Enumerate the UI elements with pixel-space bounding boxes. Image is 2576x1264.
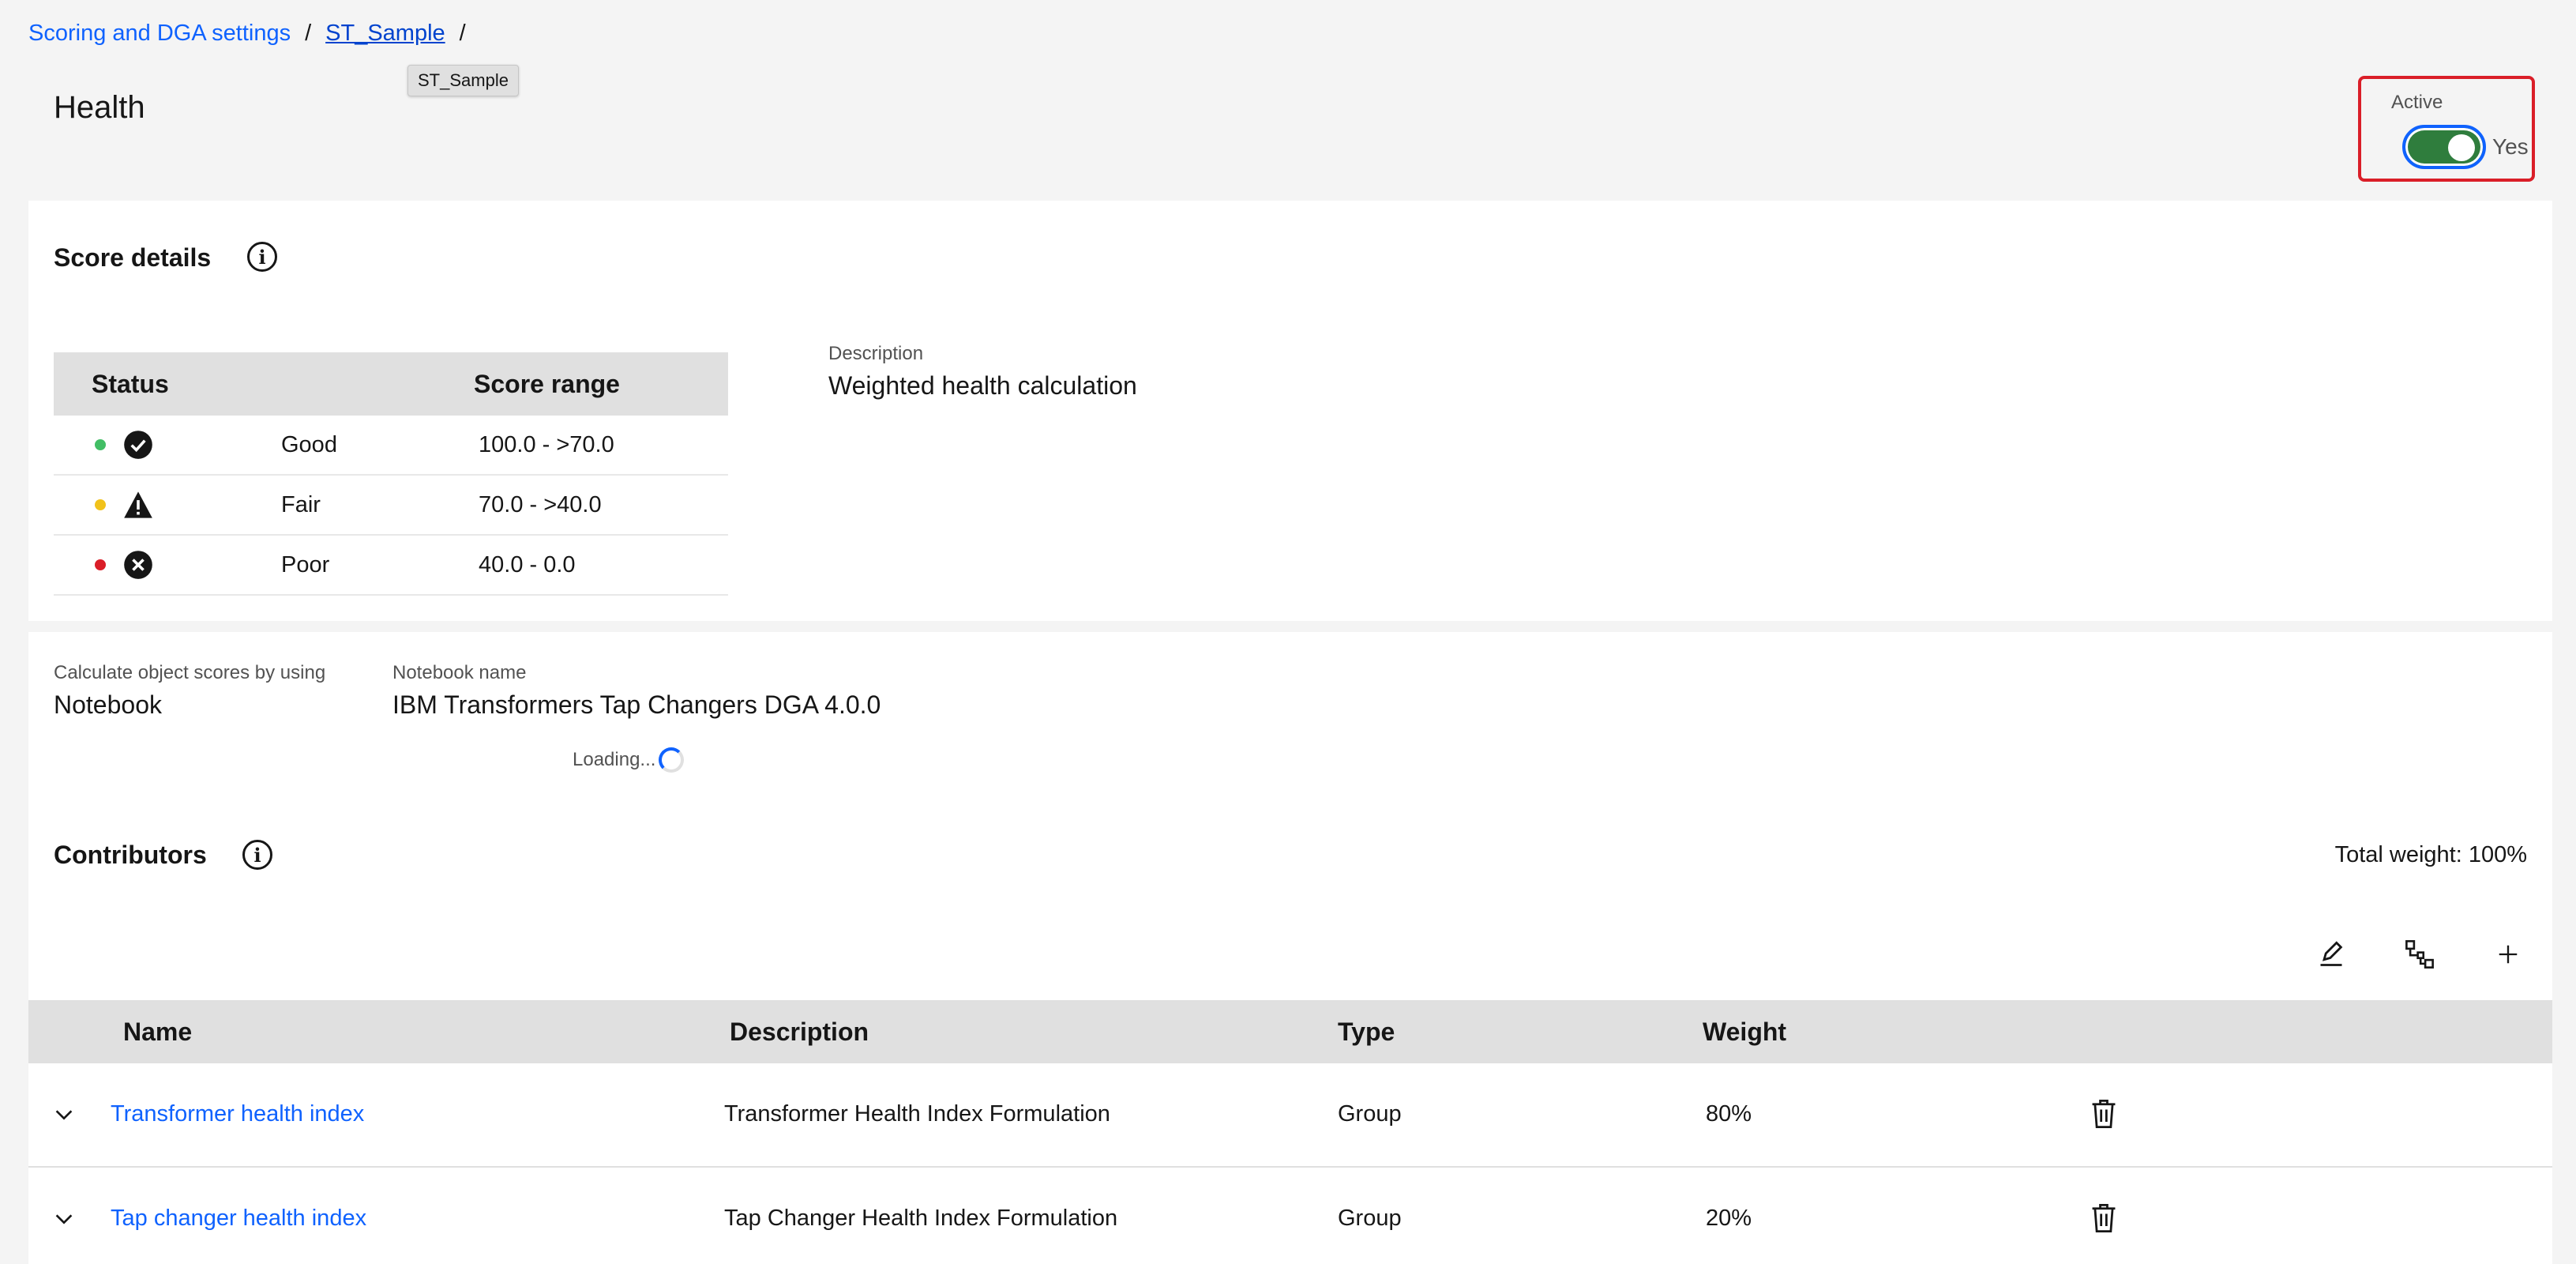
active-toggle-state: Yes (2492, 134, 2529, 159)
trash-icon[interactable] (2090, 1202, 2118, 1240)
contributor-weight: 20% (1706, 1206, 1752, 1231)
status-table-header: Status Score range (54, 352, 728, 416)
weight-column-header[interactable]: Weight (1703, 1018, 1786, 1047)
contributor-name-link[interactable]: Transformer health index (111, 1101, 364, 1127)
status-label: Good (281, 431, 337, 457)
status-row-good: Good 100.0 - >70.0 (54, 416, 728, 476)
contributor-name-link[interactable]: Tap changer health index (111, 1206, 366, 1231)
breadcrumb-separator: / (305, 21, 312, 46)
score-details-title: Score details (54, 243, 212, 272)
score-range: 70.0 - >40.0 (479, 491, 602, 517)
description-column-header[interactable]: Description (730, 1018, 869, 1047)
contributor-weight: 80% (1706, 1101, 1752, 1127)
name-column-header[interactable]: Name (123, 1018, 192, 1047)
table-row: Tap changer health index Tap Changer Hea… (28, 1168, 2552, 1264)
breadcrumb: Scoring and DGA settings / ST_Sample / (28, 21, 480, 47)
breadcrumb-scoring-settings[interactable]: Scoring and DGA settings (28, 21, 291, 47)
add-icon[interactable] (2491, 937, 2525, 972)
status-dot-good (95, 439, 106, 450)
status-dot-poor (95, 559, 106, 570)
hierarchy-icon[interactable] (2402, 937, 2437, 972)
status-label: Fair (281, 491, 321, 517)
status-row-poor: Poor 40.0 - 0.0 (54, 536, 728, 596)
status-row-fair: Fair 70.0 - >40.0 (54, 476, 728, 536)
loading-text: Loading... (573, 749, 656, 770)
checkmark-filled-icon (124, 431, 152, 459)
score-range-column-header: Score range (474, 369, 620, 398)
contributor-type: Group (1338, 1206, 1402, 1231)
description-value: Weighted health calculation (828, 371, 1137, 400)
spinner-icon (659, 747, 685, 773)
active-toggle-group: Active Yes (2358, 76, 2535, 182)
notebook-name-value: IBM Transformers Tap Changers DGA 4.0.0 (392, 690, 881, 719)
active-toggle-label: Active (2391, 92, 2443, 113)
contributors-info-icon[interactable]: i (242, 840, 272, 870)
status-label: Poor (281, 551, 330, 577)
breadcrumb-separator: / (459, 21, 466, 46)
total-weight: Total weight: 100% (2334, 842, 2527, 867)
status-table: Status Score range Good 100.0 - >70.0 Fa… (54, 352, 728, 596)
description-label: Description (828, 343, 924, 364)
table-row: Transformer health index Transformer Hea… (28, 1063, 2552, 1168)
chevron-down-icon[interactable] (52, 1103, 76, 1133)
error-filled-icon (124, 551, 152, 579)
score-range: 100.0 - >70.0 (479, 431, 614, 457)
calculation-method-value: Notebook (54, 690, 162, 719)
score-details-info-icon[interactable]: i (247, 242, 277, 272)
calculation-method-label: Calculate object scores by using (54, 662, 326, 683)
edit-icon[interactable] (2314, 937, 2349, 972)
breadcrumb-st-sample[interactable]: ST_Sample (325, 21, 445, 47)
contributors-table-header: Name Description Type Weight (28, 1000, 2552, 1063)
warning-triangle-icon (124, 491, 152, 518)
contributor-description: Tap Changer Health Index Formulation (724, 1206, 1118, 1231)
page-title: Health (54, 90, 145, 125)
trash-icon[interactable] (2090, 1098, 2118, 1136)
contributors-title: Contributors (54, 841, 207, 869)
status-column-header: Status (92, 369, 169, 398)
status-dot-fair (95, 499, 106, 510)
active-toggle[interactable] (2402, 125, 2486, 169)
score-range: 40.0 - 0.0 (479, 551, 576, 577)
contributor-type: Group (1338, 1101, 1402, 1127)
notebook-name-label: Notebook name (392, 662, 527, 683)
toggle-knob (2448, 134, 2475, 161)
breadcrumb-tooltip: ST_Sample (407, 65, 519, 96)
loading-indicator: Loading... (573, 747, 685, 773)
contributor-description: Transformer Health Index Formulation (724, 1101, 1110, 1127)
chevron-down-icon[interactable] (52, 1207, 76, 1237)
type-column-header[interactable]: Type (1338, 1018, 1395, 1047)
